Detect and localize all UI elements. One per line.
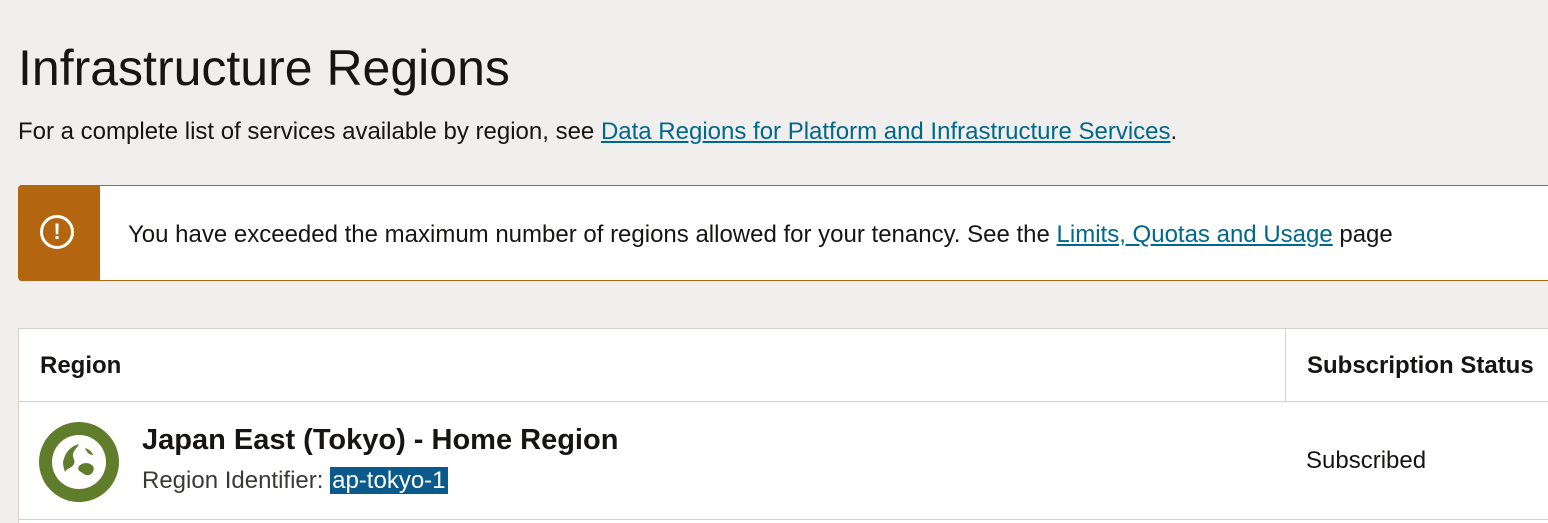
alert-message: You have exceeded the maximum number of … [128,220,1393,250]
region-identifier-value[interactable]: ap-tokyo-1 [330,467,448,494]
column-header-subscription-status[interactable]: Subscription Status [1307,351,1534,381]
table-row[interactable]: Japan East (Tokyo) - Home Region Region … [19,402,1548,520]
region-identifier: Region Identifier: ap-tokyo-1 [142,466,448,496]
region-limit-alert: ! You have exceeded the maximum number o… [18,185,1548,281]
globe-icon [39,422,119,502]
intro-suffix: . [1170,118,1178,145]
intro-text: For a complete list of services availabl… [18,117,1177,147]
alert-text-prefix: You have exceeded the maximum number of … [128,221,1057,248]
data-regions-link[interactable]: Data Regions for Platform and Infrastruc… [601,118,1171,145]
subscription-status: Subscribed [1306,447,1427,474]
column-header-region[interactable]: Region [40,351,121,381]
table-header: Region Subscription Status [19,329,1548,402]
exclamation-circle-icon: ! [40,215,74,249]
region-name: Japan East (Tokyo) - Home Region [142,424,619,456]
regions-page: Infrastructure Regions For a complete li… [0,0,1548,523]
page-title: Infrastructure Regions [18,40,510,96]
intro-prefix: For a complete list of services availabl… [18,118,601,145]
regions-table: Region Subscription Status Japan East (T… [18,328,1548,523]
alert-text-suffix: page [1332,221,1393,248]
alert-accent: ! [18,185,100,281]
region-identifier-label: Region Identifier: [142,467,331,494]
column-divider[interactable] [1285,329,1286,402]
limits-quotas-usage-link[interactable]: Limits, Quotas and Usage [1057,221,1333,248]
